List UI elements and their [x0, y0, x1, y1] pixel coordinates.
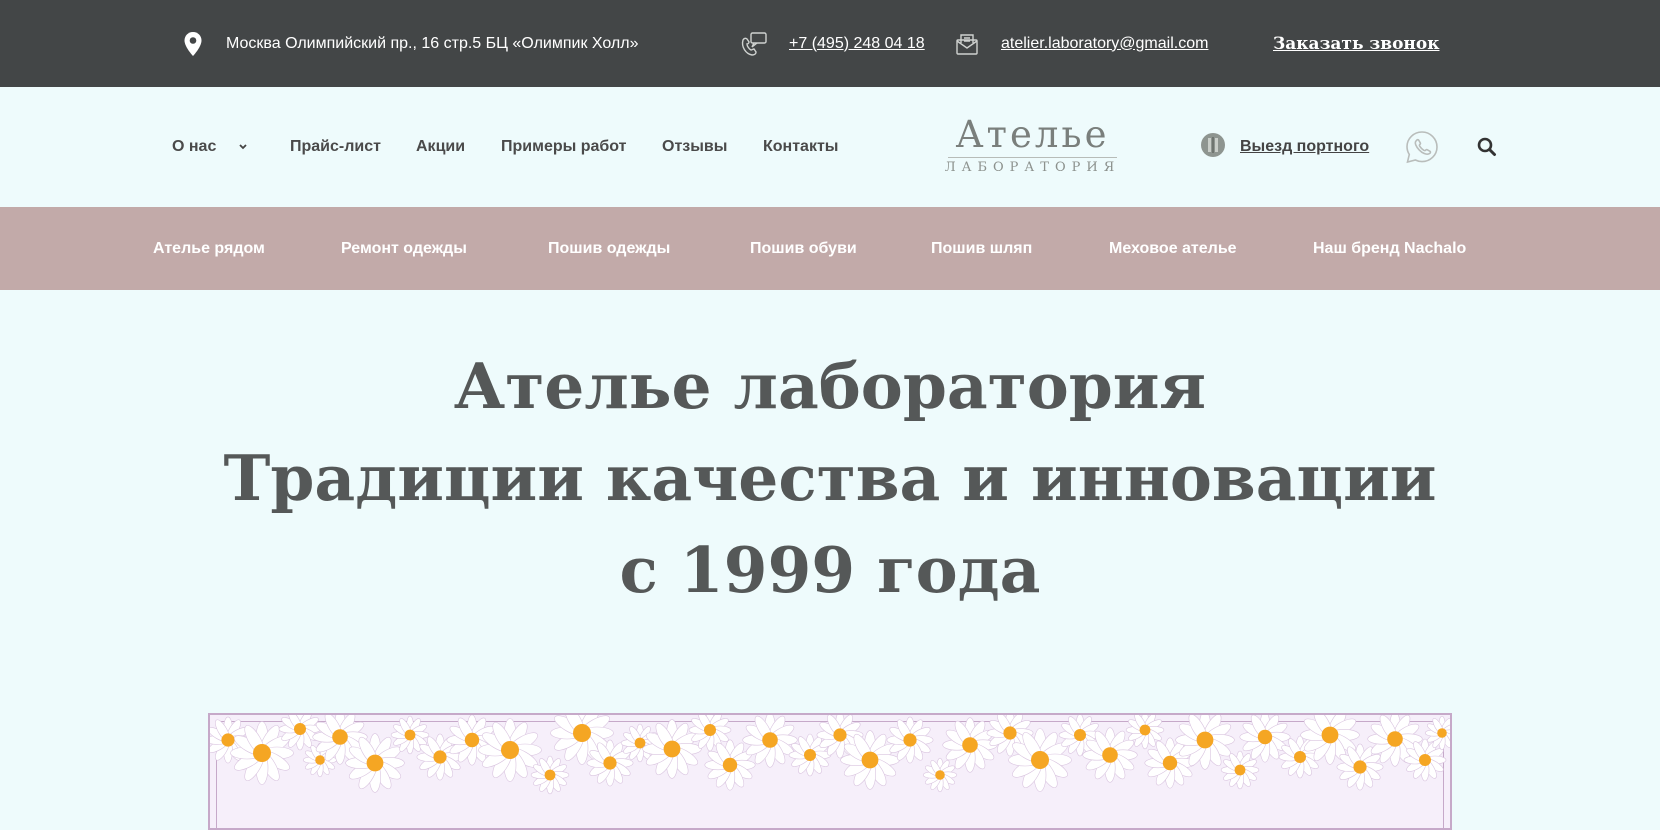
search-icon[interactable]	[1475, 135, 1499, 159]
nav-label: О нас	[172, 138, 217, 155]
nav-item-portfolio[interactable]: Примеры работ	[501, 87, 627, 207]
nav-label: Отзывы	[662, 138, 728, 155]
nav-item-contacts[interactable]: Контакты	[763, 87, 838, 207]
logo-title: Ателье	[955, 113, 1110, 156]
category-nearby[interactable]: Ателье рядом	[153, 207, 265, 290]
logo-subtitle: ЛАБОРАТОРИЯ	[944, 160, 1121, 175]
tailor-visit-link[interactable]: Выезд портного	[1240, 138, 1369, 156]
main-header: О нас Прайс-лист Акции Примеры работ Отз…	[0, 87, 1660, 207]
nav-item-promotions[interactable]: Акции	[416, 87, 465, 207]
flower-banner	[208, 713, 1452, 830]
nav-item-about[interactable]: О нас	[172, 87, 248, 207]
whatsapp-icon[interactable]	[1404, 129, 1440, 165]
phone-block[interactable]: +7 (495) 248 04 18	[740, 0, 925, 87]
daisy-garland-image	[210, 715, 1450, 795]
site-logo[interactable]: Ателье ЛАБОРАТОРИЯ	[940, 115, 1125, 181]
mail-icon	[955, 32, 979, 56]
hero-line-2: Традиции качества и инновации	[223, 441, 1437, 515]
category-hat-making[interactable]: Пошив шляп	[931, 207, 1032, 290]
location-pin-icon	[183, 31, 203, 57]
email-block[interactable]: atelier.laboratory@gmail.com	[955, 0, 1208, 87]
nav-label: Акции	[416, 138, 466, 155]
tailor-visit[interactable]: Выезд портного	[1200, 87, 1369, 207]
category-shoe-making[interactable]: Пошив обуви	[750, 207, 857, 290]
hero-line-1: Ателье лаборатория	[453, 349, 1207, 423]
top-bar: Москва Олимпийский пр., 16 стр.5 БЦ «Оли…	[0, 0, 1660, 87]
category-bar: Ателье рядом Ремонт одежды Пошив одежды …	[0, 207, 1660, 290]
phone-link[interactable]: +7 (495) 248 04 18	[789, 35, 925, 53]
category-brand-nachalo[interactable]: Наш бренд Nachalo	[1313, 207, 1466, 290]
email-link[interactable]: atelier.laboratory@gmail.com	[1001, 35, 1208, 53]
nav-label: Прайс-лист	[290, 138, 381, 155]
tailor-icon	[1200, 132, 1226, 163]
hero-heading: Ателье лаборатория Традиции качества и и…	[0, 340, 1660, 616]
address-text: Москва Олимпийский пр., 16 стр.5 БЦ «Оли…	[226, 34, 639, 52]
nav-item-price-list[interactable]: Прайс-лист	[290, 87, 381, 207]
nav-label: Контакты	[763, 138, 839, 155]
category-repair[interactable]: Ремонт одежды	[341, 207, 467, 290]
chevron-down-icon[interactable]	[238, 138, 248, 156]
nav-label: Примеры работ	[501, 138, 627, 155]
logo-divider	[948, 157, 1117, 158]
nav-item-reviews[interactable]: Отзывы	[662, 87, 727, 207]
category-fur-atelier[interactable]: Меховое ателье	[1109, 207, 1237, 290]
hero-line-3: с 1999 года	[619, 533, 1041, 607]
phone-icon	[740, 31, 768, 57]
address-block: Москва Олимпийский пр., 16 стр.5 БЦ «Оли…	[183, 0, 639, 87]
callback-link[interactable]: Заказать звонок	[1273, 34, 1439, 54]
category-clothing-tailoring[interactable]: Пошив одежды	[548, 207, 670, 290]
callback-block[interactable]: Заказать звонок	[1273, 0, 1439, 87]
